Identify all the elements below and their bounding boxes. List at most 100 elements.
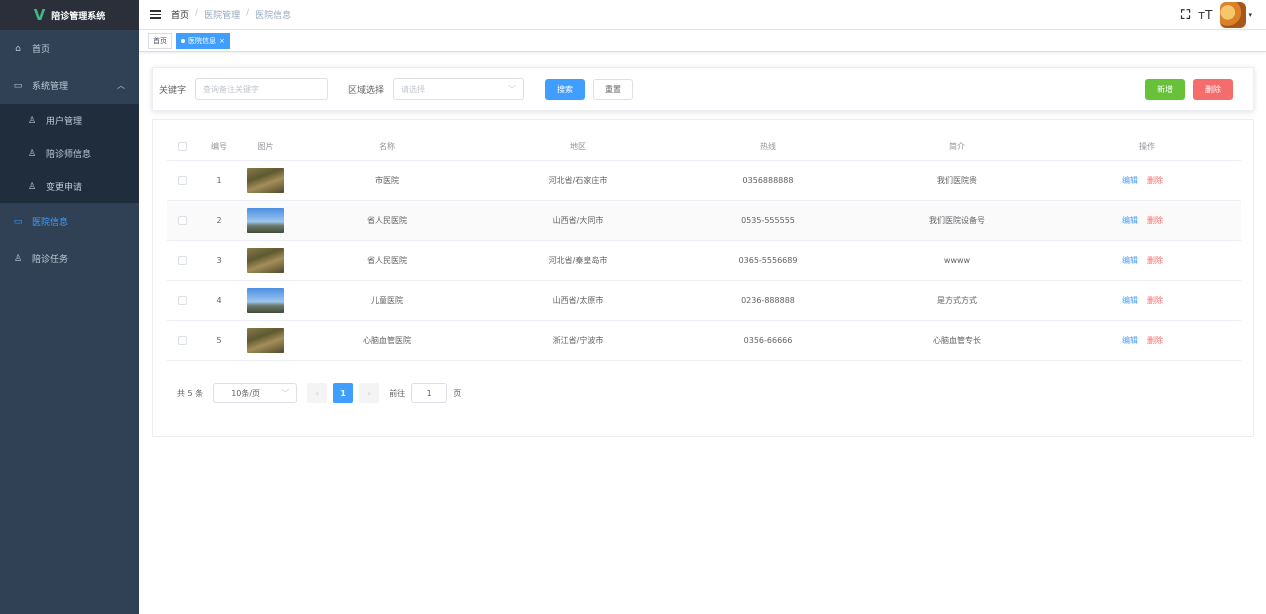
tag-hospital-info[interactable]: 医院信息 × <box>176 32 230 49</box>
sidebar-item-system[interactable]: ▭ 系统管理 ︿ <box>0 67 139 104</box>
edit-link[interactable]: 编辑 <box>1122 336 1138 345</box>
users-icon: ♙ <box>13 253 23 264</box>
hospital-image[interactable] <box>247 288 284 313</box>
select-all-checkbox[interactable] <box>178 141 187 151</box>
region-placeholder: 请选择 <box>401 84 425 94</box>
delete-button[interactable]: 删除 <box>1193 78 1233 100</box>
next-page-button[interactable]: › <box>359 383 380 403</box>
sidebar-item-home[interactable]: ⌂ 首页 <box>0 30 139 67</box>
breadcrumb-item-home[interactable]: 首页 <box>171 8 189 21</box>
breadcrumb-item-hospital-info: 医院信息 <box>255 11 292 21</box>
cell-name: 心脑血管医院 <box>363 336 411 345</box>
table-row: 1 市医院 河北省/石家庄市 0356888888 我们医院贵 编辑 删除 <box>167 161 1241 201</box>
delete-link[interactable]: 删除 <box>1147 296 1163 305</box>
table-row: 5 心脑血管医院 浙江省/宁波市 0356-66666 心脑血管专长 编辑 删除 <box>167 321 1241 361</box>
region-label: 区域选择 <box>348 85 385 96</box>
tags-view: 首页 医院信息 × <box>139 30 1266 52</box>
row-checkbox[interactable] <box>178 296 187 305</box>
row-checkbox[interactable] <box>178 176 187 185</box>
sidebar-item-hospital-info[interactable]: ▭ 医院信息 <box>0 203 139 240</box>
region-select[interactable]: 请选择 ﹀ <box>393 78 524 100</box>
pagination: 共 5 条 10条/页 ﹀ ‹ 1 › 前往 1 页 <box>177 383 461 403</box>
page-size-select[interactable]: 10条/页 ﹀ <box>213 383 298 403</box>
keyword-label: 关键字 <box>159 85 187 96</box>
app-title: 陪诊管理系统 <box>51 11 106 22</box>
cell-name: 省人民医院 <box>367 256 407 265</box>
chevron-down-icon: ﹀ <box>281 388 290 398</box>
hospital-image[interactable] <box>247 248 284 273</box>
cell-region: 浙江省/宁波市 <box>552 336 604 345</box>
sidebar-item-label: 陪诊任务 <box>32 255 69 265</box>
sidebar-item-label: 陪诊师信息 <box>46 150 92 160</box>
hospital-image[interactable] <box>247 328 284 353</box>
row-checkbox[interactable] <box>178 336 187 345</box>
fullscreen-icon[interactable]: ⛶ <box>1181 8 1190 23</box>
keyword-placeholder: 查询备注关键字 <box>203 84 259 94</box>
row-actions: 编辑 删除 <box>1122 215 1192 226</box>
breadcrumb-separator: / <box>195 8 199 18</box>
sidebar-item-change-requests[interactable]: ♙ 变更申请 <box>0 170 139 203</box>
avatar[interactable] <box>1220 2 1247 28</box>
cell-hotline: 0365-5556689 <box>738 256 798 265</box>
reset-button[interactable]: 重置 <box>593 78 633 100</box>
sidebar-item-label: 首页 <box>32 45 51 55</box>
cell-name: 市医院 <box>375 176 399 185</box>
search-form: 关键字 查询备注关键字 区域选择 请选择 ﹀ 搜索 重置 新增 删除 <box>152 67 1254 111</box>
chevron-up-icon: ︿ <box>117 81 125 90</box>
table-row: 3 省人民医院 河北省/秦皇岛市 0365-5556689 wwww 编辑 删除 <box>167 241 1241 281</box>
cell-hotline: 0236-888888 <box>741 296 795 305</box>
column-header-hotline: 热线 <box>760 141 776 151</box>
sidebar-item-users[interactable]: ♙ 用户管理 <box>0 104 139 137</box>
add-button[interactable]: 新增 <box>1145 78 1185 100</box>
row-actions: 编辑 删除 <box>1122 175 1192 186</box>
row-checkbox[interactable] <box>178 256 187 265</box>
active-dot-icon <box>181 38 185 43</box>
pagination-total: 共 5 条 <box>177 388 204 398</box>
cell-intro: 是方式方式 <box>937 296 977 305</box>
column-header-id: 编号 <box>211 141 227 151</box>
tag-home[interactable]: 首页 <box>148 32 172 49</box>
delete-link[interactable]: 删除 <box>1147 256 1163 265</box>
monitor-icon: ▭ <box>13 80 23 91</box>
delete-link[interactable]: 删除 <box>1147 216 1163 225</box>
edit-link[interactable]: 编辑 <box>1122 256 1138 265</box>
delete-link[interactable]: 删除 <box>1147 176 1163 185</box>
hamburger-icon[interactable] <box>150 10 161 19</box>
cell-id: 4 <box>216 296 222 305</box>
cell-region: 山西省/大同市 <box>552 216 604 225</box>
search-button[interactable]: 搜索 <box>545 78 585 100</box>
cell-hotline: 0356-66666 <box>743 336 793 345</box>
prev-page-button[interactable]: ‹ <box>307 383 328 403</box>
close-icon[interactable]: × <box>219 37 225 45</box>
users-icon: ♙ <box>27 148 37 159</box>
column-header-name: 名称 <box>379 141 395 151</box>
edit-link[interactable]: 编辑 <box>1122 216 1138 225</box>
edit-link[interactable]: 编辑 <box>1122 296 1138 305</box>
row-checkbox[interactable] <box>178 216 187 225</box>
sidebar-item-label: 医院信息 <box>32 218 69 228</box>
delete-link[interactable]: 删除 <box>1147 336 1163 345</box>
keyword-input[interactable]: 查询备注关键字 <box>195 78 328 100</box>
cell-id: 1 <box>216 176 222 185</box>
sidebar-item-escort-tasks[interactable]: ♙ 陪诊任务 <box>0 240 139 277</box>
caret-down-icon[interactable]: ▾ <box>1248 11 1252 19</box>
sidebar-item-label: 用户管理 <box>46 117 83 127</box>
hospital-image[interactable] <box>247 208 284 233</box>
cell-region: 山西省/太原市 <box>552 296 604 305</box>
app-logo[interactable]: V 陪诊管理系统 <box>0 0 139 30</box>
goto-suffix: 页 <box>453 388 462 398</box>
page-1-button[interactable]: 1 <box>333 383 354 403</box>
hospital-image[interactable] <box>247 168 284 193</box>
sidebar-item-escorts[interactable]: ♙ 陪诊师信息 <box>0 137 139 170</box>
user-icon: ♙ <box>27 181 37 192</box>
font-size-icon[interactable]: тT <box>1198 8 1212 22</box>
edit-link[interactable]: 编辑 <box>1122 176 1138 185</box>
submenu-system: ♙ 用户管理 ♙ 陪诊师信息 ♙ 变更申请 <box>0 104 139 203</box>
row-actions: 编辑 删除 <box>1122 255 1192 266</box>
page-size-value: 10条/页 <box>231 388 261 398</box>
goto-page-input[interactable]: 1 <box>411 383 448 403</box>
column-header-image: 图片 <box>257 141 274 151</box>
row-actions: 编辑 删除 <box>1122 295 1192 306</box>
header-right: ⛶ тT ▾ <box>1181 0 1266 30</box>
table-header: 编号 图片 名称 地区 热线 简介 操作 <box>167 132 1241 161</box>
